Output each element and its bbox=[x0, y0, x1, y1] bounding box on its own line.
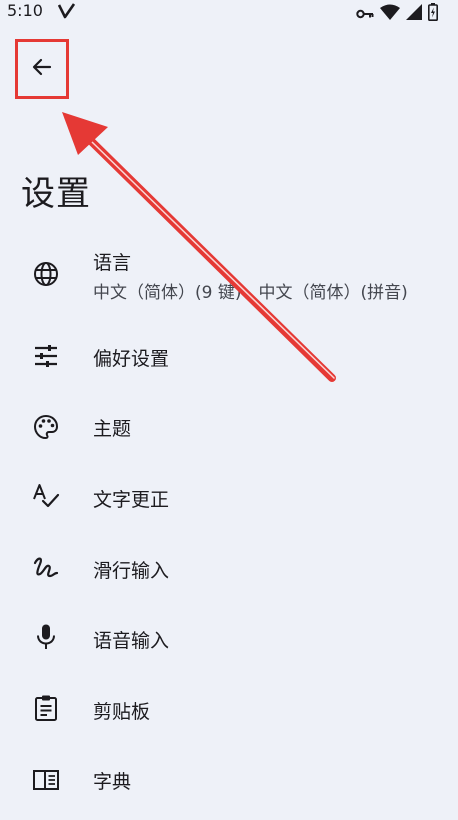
wifi-icon bbox=[380, 4, 400, 24]
settings-item-label: 文字更正 bbox=[93, 489, 170, 511]
settings-item-voice-input[interactable]: 语音输入 bbox=[0, 605, 458, 671]
settings-item-theme[interactable]: 主题 bbox=[0, 393, 458, 459]
settings-item-dictionary[interactable]: 字典 bbox=[0, 746, 458, 812]
settings-item-text-correction[interactable]: 文字更正 bbox=[0, 464, 458, 530]
status-bar: 5:10 bbox=[0, 0, 458, 26]
palette-icon bbox=[32, 413, 60, 441]
clipboard-icon bbox=[32, 694, 60, 722]
settings-item-label: 语言 bbox=[93, 252, 132, 274]
settings-item-label: 主题 bbox=[93, 418, 132, 440]
arrow-back-icon bbox=[30, 55, 54, 83]
settings-item-glide-typing[interactable]: 滑行输入 bbox=[0, 535, 458, 601]
v-icon bbox=[57, 3, 76, 23]
settings-item-clipboard[interactable]: 剪贴板 bbox=[0, 676, 458, 742]
tune-icon bbox=[32, 342, 60, 370]
gesture-icon bbox=[32, 554, 60, 582]
key-icon bbox=[356, 5, 374, 24]
globe-icon bbox=[32, 260, 60, 288]
dictionary-icon bbox=[32, 766, 60, 794]
spellcheck-icon bbox=[32, 482, 60, 510]
battery-icon bbox=[428, 3, 438, 25]
status-icons bbox=[356, 3, 438, 25]
mic-icon bbox=[32, 623, 60, 651]
settings-item-language[interactable]: 语言 中文（简体）(9 键)、中文（简体）(拼音) bbox=[0, 240, 458, 306]
signal-icon bbox=[406, 4, 422, 24]
page-title: 设置 bbox=[21, 174, 91, 214]
status-time: 5:10 bbox=[7, 1, 43, 20]
settings-item-preferences[interactable]: 偏好设置 bbox=[0, 323, 458, 389]
back-button[interactable] bbox=[15, 39, 69, 99]
settings-item-label: 滑行输入 bbox=[93, 560, 170, 582]
settings-item-label: 剪贴板 bbox=[93, 701, 151, 723]
settings-item-label: 偏好设置 bbox=[93, 348, 170, 370]
settings-item-label: 字典 bbox=[93, 771, 132, 793]
settings-item-label: 语音输入 bbox=[93, 630, 170, 652]
settings-item-sublabel: 中文（简体）(9 键)、中文（简体）(拼音) bbox=[93, 283, 408, 303]
